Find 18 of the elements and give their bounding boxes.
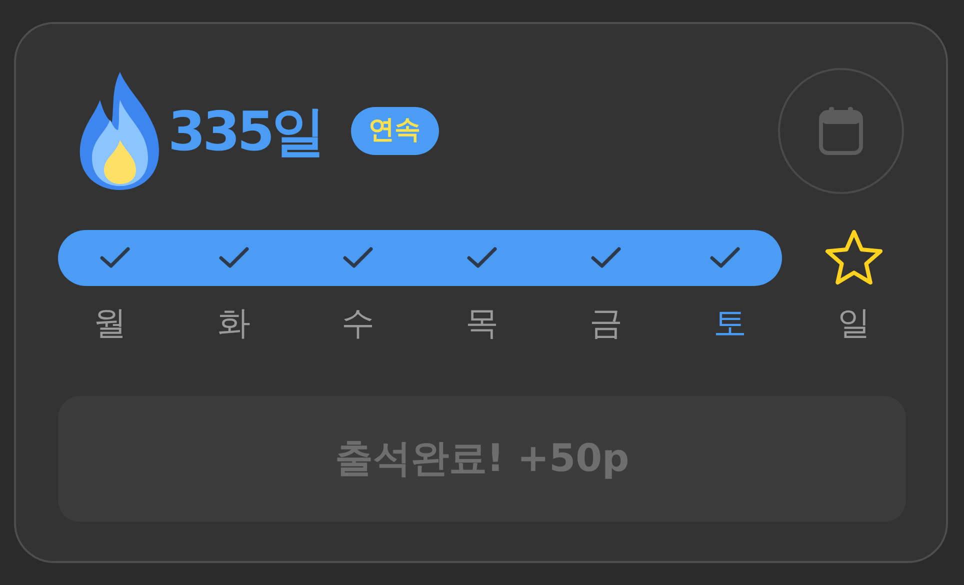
- day-label: 화: [218, 302, 250, 344]
- calendar-button[interactable]: [778, 68, 904, 194]
- day-label: 토: [714, 302, 746, 344]
- check-icon: [99, 246, 131, 270]
- check-icon: [590, 246, 622, 270]
- flame-icon: [78, 70, 162, 192]
- check-icon: [466, 246, 498, 270]
- day-label: 목: [466, 302, 498, 344]
- day-label: 금: [590, 302, 622, 344]
- day-label: 수: [342, 302, 374, 344]
- check-icon: [342, 246, 374, 270]
- day-label: 월: [94, 302, 126, 344]
- check-icon: [709, 246, 741, 270]
- day-label: 일: [838, 302, 870, 344]
- streak-count: 335일: [168, 98, 323, 164]
- streak-badge: 연속: [350, 107, 439, 155]
- check-icon: [218, 246, 250, 270]
- calendar-icon: [819, 107, 863, 155]
